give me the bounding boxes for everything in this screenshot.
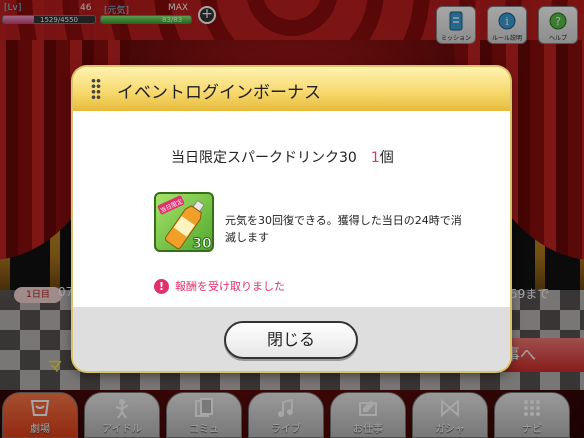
received-message: 報酬を受け取りました: [175, 280, 285, 293]
dialog-header: イベントログインボーナス: [73, 67, 510, 111]
reward-description: 元気を30回復できる。獲得した当日の24時で消滅します: [225, 214, 462, 244]
login-bonus-dialog: イベントログインボーナス 当日限定スパークドリンク30 1個 当日限定 30 元気…: [73, 67, 510, 371]
reward-item-unit: 個: [379, 150, 394, 166]
close-button[interactable]: 閉じる: [224, 321, 358, 359]
reward-item-quantity: 1: [370, 150, 380, 166]
dialog-footer: 閉じる: [73, 307, 510, 371]
reward-item-name: 当日限定スパークドリンク30: [171, 150, 357, 166]
spark-drink-icon: 当日限定 30: [154, 192, 214, 252]
reward-item-line: 当日限定スパークドリンク30 1個: [171, 147, 394, 167]
drink-icon-number: 30: [192, 236, 212, 252]
received-notice: ! 報酬を受け取りました: [154, 278, 285, 294]
dialog-title: イベントログインボーナス: [117, 83, 321, 103]
exclamation-icon: !: [154, 278, 169, 294]
dialog-body: [73, 111, 510, 307]
grip-dots-icon: [91, 78, 101, 100]
drink-bottle-icon: 当日限定 30: [157, 195, 212, 252]
